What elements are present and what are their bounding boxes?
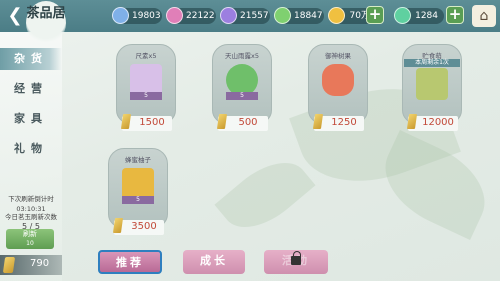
add-currency-button[interactable]: + — [366, 6, 384, 24]
shop-item[interactable]: 蜂蜜柚子 5 3500 — [106, 148, 170, 240]
item-name: 天山雨露x5 — [225, 52, 259, 60]
currency-value: 21557 — [240, 11, 269, 21]
tab-recommend[interactable]: 推荐 — [98, 250, 162, 274]
refresh-countdown-label: 下次刷新倒计时 — [8, 195, 54, 203]
item-qty: 5 — [130, 92, 162, 100]
gold-ingot-icon — [406, 114, 418, 129]
item-price: 12000 — [422, 117, 454, 128]
gold-ingot-icon — [2, 257, 16, 273]
price-tag: 500 — [216, 114, 268, 131]
gold-ingot-icon — [120, 114, 132, 129]
item-price: 3500 — [131, 221, 157, 232]
price-tag: 1500 — [120, 114, 172, 131]
balance-value: 790 — [30, 258, 50, 269]
shop-item[interactable]: 天山雨露x5 5 500 — [210, 44, 274, 136]
item-name: 蜂蜜柚子 — [125, 156, 151, 164]
green-gem-icon — [274, 7, 291, 24]
currency-value: 19803 — [132, 11, 161, 21]
lock-icon — [291, 251, 301, 265]
currency-pink-gem: 22122 — [166, 7, 216, 24]
item-price: 1500 — [139, 117, 165, 128]
item-name: 御神树果 — [325, 52, 351, 60]
pink-gem-icon — [166, 7, 183, 24]
shop-item[interactable]: 贮食萌 本周剩余1次 12000 — [400, 44, 464, 136]
currency-value: 1284 — [415, 11, 438, 21]
currency-value: 18847 — [294, 11, 323, 21]
fruit-cake-icon — [322, 64, 354, 96]
category-furniture[interactable]: 家具 — [0, 108, 62, 130]
category-business[interactable]: 经营 — [0, 78, 62, 100]
tab-locked[interactable]: 活动 — [264, 250, 328, 274]
add-jade-button[interactable]: + — [446, 6, 464, 24]
currency-value: 22122 — [186, 11, 215, 21]
category-gift[interactable]: 礼物 — [0, 138, 62, 160]
jade-gem-icon — [394, 7, 411, 24]
item-price: 500 — [238, 117, 258, 128]
page-title: 茶品居 — [26, 1, 66, 45]
price-tag: 3500 — [112, 218, 164, 235]
item-qty: 5 — [226, 92, 258, 100]
home-icon[interactable]: ⌂ — [472, 5, 496, 27]
refresh-button[interactable]: 刷新 10 — [6, 229, 54, 249]
back-icon[interactable]: ❮ — [6, 6, 24, 26]
item-qty: 5 — [122, 196, 154, 204]
blue-gem-icon — [112, 7, 129, 24]
price-tag: 1250 — [312, 114, 364, 131]
price-tag: 12000 — [406, 114, 458, 131]
leaf-decoration — [214, 146, 316, 244]
gold-ingot-icon — [312, 114, 324, 129]
pet-icon — [416, 68, 448, 100]
balance-bar: 790 — [0, 255, 62, 275]
shop-item[interactable]: 尺素x5 5 1500 — [114, 44, 178, 136]
item-price: 1250 — [331, 117, 357, 128]
refresh-daily-label: 今日茗玉刷新次数 — [5, 213, 57, 221]
currency-purple-gem: 21557 — [220, 7, 270, 24]
item-name: 尺素x5 — [135, 52, 157, 60]
item-stock-limit: 本周剩余1次 — [404, 59, 460, 67]
gold-ingot-icon — [112, 218, 124, 233]
currency-green-gem: 18847 — [274, 7, 324, 24]
gold-ingot-icon — [216, 114, 228, 129]
gold-coin-icon — [328, 7, 345, 24]
purple-gem-icon — [220, 7, 237, 24]
category-grocery[interactable]: 杂货 — [0, 48, 62, 70]
tab-growth[interactable]: 成长 — [183, 250, 245, 274]
refresh-button-label: 刷新 — [23, 230, 37, 238]
currency-jade-gem: 1284 — [394, 7, 444, 24]
refresh-cost: 10 — [26, 240, 34, 247]
shop-item[interactable]: 御神树果 1250 — [306, 44, 370, 136]
currency-blue-gem: 19803 — [112, 7, 162, 24]
